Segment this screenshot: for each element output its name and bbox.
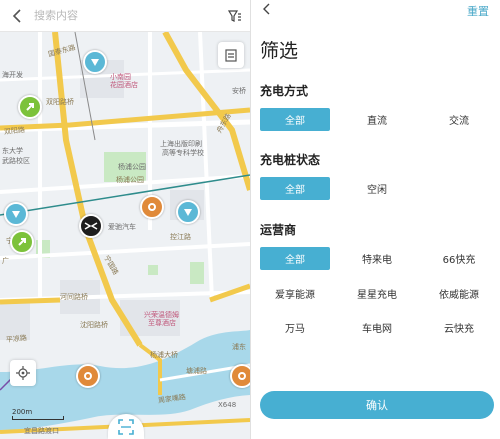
option-operator-all[interactable]: 全部 [260,247,330,270]
map-label: 小南园 [110,73,131,81]
gear-icon [84,372,92,380]
option-operator-66[interactable]: 66快充 [424,247,494,270]
scale-bar [12,416,64,420]
map-label: 控江路 [170,233,191,241]
option-status-all[interactable]: 全部 [260,177,330,200]
map-view[interactable]: 国泰东路 小南园 花园酒店 海开发 东大学 武路校区 双阳路桥 双阳路 舟东路 … [0,0,250,439]
gear-icon [238,372,246,380]
map-label: 杨浦大桥 [150,351,178,359]
filter-back-button[interactable] [257,0,275,18]
charging-station-marker[interactable] [140,195,164,219]
charging-station-marker[interactable] [79,214,103,238]
filter-icon [228,9,241,22]
locate-button[interactable] [10,360,36,386]
map-label: 至尊酒店 [148,319,176,327]
map-scale: 200m [12,408,64,420]
page-title: 筛选 [260,40,299,62]
map-label: 双阳路桥 [46,98,74,106]
status-options: 全部 空闲 [260,177,494,200]
map-label: 兴荣温德姆 [144,311,179,319]
map-label: 杨浦公园 [116,176,144,184]
chevron-left-icon [263,3,270,15]
charging-station-marker[interactable] [4,202,28,226]
option-method-dc[interactable]: 直流 [342,108,412,131]
gear-icon [148,203,156,211]
confirm-button[interactable]: 确认 [260,391,494,419]
operator-options-row-3: 万马 车电网 云快充 [260,316,494,339]
option-operator-chediannet[interactable]: 车电网 [342,316,412,339]
map-label: 广 [2,257,9,265]
option-operator-telaidian[interactable]: 特来电 [342,247,412,270]
map-label: X648 [218,401,237,409]
map-label: 武路校区 [2,157,30,165]
map-label: 高等专科学校 [162,149,204,157]
section-title-operator: 运营商 [260,223,297,237]
charging-station-marker[interactable] [176,200,200,224]
map-label: 上海出版印刷 [160,140,202,148]
charging-station-marker[interactable] [18,95,42,119]
option-method-ac[interactable]: 交流 [424,108,494,131]
scan-icon [118,418,134,435]
operator-options-row-2: 爱享能源 星星充电 依威能源 [260,282,494,305]
charger-plug-icon [184,209,192,216]
reset-button[interactable]: 重置 [467,3,489,19]
back-button[interactable] [0,0,34,32]
charger-plug-icon [91,59,99,66]
charger-plug-icon [12,211,20,218]
map-label: 宜昌路渡口 [24,427,59,435]
search-input[interactable] [34,0,220,32]
chevron-left-icon [12,8,21,23]
option-operator-wanma[interactable]: 万马 [260,316,330,339]
map-canvas [0,30,250,434]
charging-station-marker[interactable] [83,50,107,74]
map-label: 爱驰汽车 [108,223,136,231]
arrow-up-right-icon [26,103,34,111]
option-operator-yunkuaichong[interactable]: 云快充 [424,316,494,339]
map-label: 杨浦公园 [118,163,146,171]
map-label: 安桥 [232,87,246,95]
locate-target-icon [16,366,30,380]
map-label: 河间路桥 [60,293,88,301]
list-button[interactable] [218,42,244,68]
scale-label: 200m [12,408,33,416]
charging-station-marker[interactable] [230,364,250,388]
option-operator-xingxing[interactable]: 星星充电 [342,282,412,305]
method-options: 全部 直流 交流 [260,108,494,131]
arrow-up-right-icon [18,238,26,246]
map-label: 浦东 [232,343,246,351]
clipboard-list-icon [225,49,237,62]
section-title-status: 充电桩状态 [260,153,321,167]
search-bar [0,0,250,32]
charging-station-marker[interactable] [10,230,34,254]
map-label: 花园酒店 [110,81,138,89]
charging-station-marker[interactable] [76,364,100,388]
option-method-all[interactable]: 全部 [260,108,330,131]
section-title-method: 充电方式 [260,84,309,98]
option-operator-yiwei[interactable]: 依威能源 [424,282,494,305]
operator-options-row-1: 全部 特来电 66快充 [260,247,494,270]
map-label: 塘浦路 [186,367,207,375]
filter-header: 重置 [251,0,500,20]
option-status-idle[interactable]: 空闲 [342,177,412,200]
map-label: 东大学 [2,147,23,155]
option-operator-aixiang[interactable]: 爱享能源 [260,282,330,305]
map-label: 沈阳路桥 [80,321,108,329]
map-label: 海开发 [2,71,23,79]
filter-button[interactable] [220,0,250,32]
filter-panel: 重置 筛选 充电方式 全部 直流 交流 充电桩状态 全部 空闲 运营商 全部 特… [250,0,500,439]
operator-logo-icon [84,222,98,230]
